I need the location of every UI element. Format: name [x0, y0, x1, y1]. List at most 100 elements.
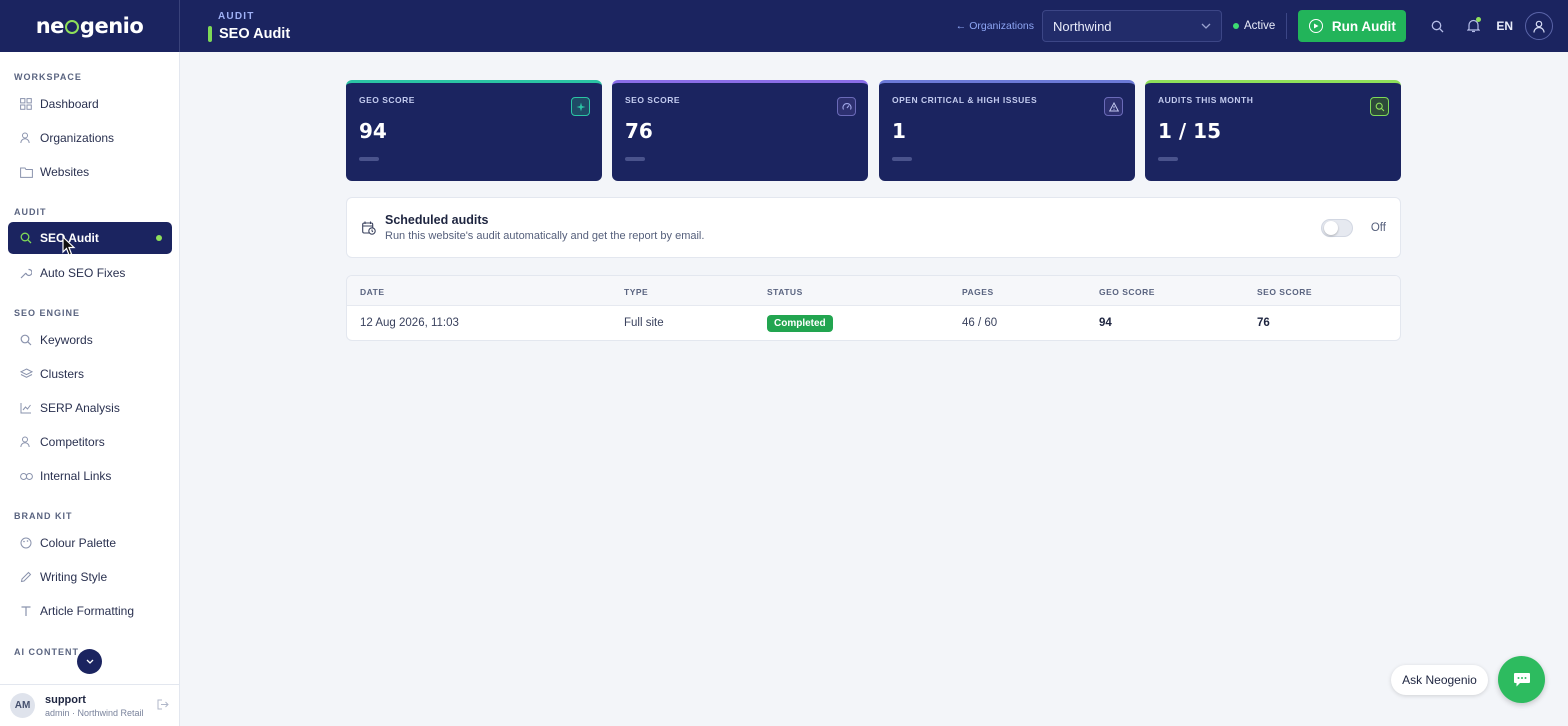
sidebar-item-label: Keywords: [40, 333, 93, 347]
active-indicator-dot: [156, 235, 162, 241]
sidebar-item-serp-analysis[interactable]: SERP Analysis: [8, 392, 172, 424]
user-role: admin · Northwind Retail: [45, 707, 144, 718]
avatar: AM: [10, 693, 35, 718]
user-icon: [1533, 20, 1545, 33]
table-row[interactable]: 12 Aug 2026, 11:03 Full site Completed 4…: [347, 306, 1400, 340]
stat-card-open-issues: OPEN CRITICAL & HIGH ISSUES 1: [879, 80, 1135, 181]
sidebar-item-dashboard[interactable]: Dashboard: [8, 88, 172, 120]
sidebar-section-audit: AUDIT: [14, 207, 47, 217]
cell-date: 12 Aug 2026, 11:03: [360, 317, 459, 329]
notification-dot: [1476, 17, 1482, 22]
run-audit-label: Run Audit: [1331, 18, 1396, 34]
sidebar-item-label: Writing Style: [40, 570, 108, 584]
search-icon[interactable]: [1426, 15, 1448, 37]
run-audit-button[interactable]: Run Audit: [1298, 10, 1407, 42]
pen-icon: [19, 570, 33, 584]
logo-area[interactable]: ne genio: [0, 0, 180, 52]
type-icon: [19, 604, 33, 618]
page-title: SEO Audit: [208, 25, 291, 42]
bell-icon[interactable]: [1462, 15, 1484, 37]
sidebar-item-clusters[interactable]: Clusters: [8, 358, 172, 390]
sidebar-item-competitors[interactable]: Competitors: [8, 426, 172, 458]
sidebar-item-writing-style[interactable]: Writing Style: [8, 561, 172, 593]
sidebar-item-label: SERP Analysis: [40, 401, 120, 415]
table-header: DATE TYPE STATUS PAGES GEO SCORE SEO SCO…: [347, 276, 1400, 306]
chat-button[interactable]: [1498, 656, 1545, 703]
user-name: support: [45, 693, 86, 706]
column-header-geo-score: GEO SCORE: [1099, 287, 1155, 297]
sidebar-section-workspace: WORKSPACE: [14, 72, 82, 82]
logo[interactable]: ne genio: [36, 14, 144, 38]
warning-icon: [1104, 97, 1123, 116]
back-to-organizations-link[interactable]: ← Organizations: [956, 20, 1034, 32]
sidebar-item-label: Competitors: [40, 435, 105, 449]
cell-type: Full site: [624, 317, 664, 329]
stat-trend-bar: [359, 157, 379, 161]
sidebar: WORKSPACE Dashboard Organizations Websit…: [0, 52, 180, 726]
search-icon: [19, 231, 33, 245]
stat-label: OPEN CRITICAL & HIGH ISSUES: [892, 95, 1038, 105]
sidebar-item-label: Clusters: [40, 367, 85, 381]
scheduled-audits-toggle[interactable]: [1321, 218, 1353, 237]
cell-pages: 46 / 60: [962, 317, 998, 329]
top-bar: ne genio AUDIT SEO Audit ← Organizations …: [0, 0, 1568, 52]
sidebar-section-seo-engine: SEO ENGINE: [14, 308, 81, 318]
ask-assistant-label[interactable]: Ask Neogenio: [1391, 665, 1488, 695]
chevron-down-icon: [1201, 21, 1211, 32]
sidebar-item-auto-seo-fixes[interactable]: Auto SEO Fixes: [8, 257, 172, 289]
language-switcher[interactable]: EN: [1496, 19, 1513, 33]
toggle-knob: [1324, 220, 1338, 235]
sidebar-item-label: Internal Links: [40, 469, 112, 483]
scheduled-audits-subtitle: Run this website's audit automatically a…: [385, 230, 705, 242]
title-accent-bar: [208, 25, 212, 42]
stat-trend-bar: [625, 157, 645, 161]
stat-trend-bar: [1158, 157, 1178, 161]
user-menu-button[interactable]: [1525, 12, 1553, 40]
sidebar-item-article-formatting[interactable]: Article Formatting: [8, 595, 172, 627]
sidebar-section-ai-content: AI CONTENT: [14, 647, 79, 657]
search-icon: [19, 333, 33, 347]
chevron-down-icon: [86, 659, 93, 664]
breadcrumb-section: AUDIT: [218, 10, 255, 22]
user-profile[interactable]: AM support admin · Northwind Retail: [0, 684, 179, 726]
sidebar-item-websites[interactable]: Websites: [8, 156, 172, 188]
logout-icon[interactable]: [157, 699, 169, 713]
sidebar-item-internal-links[interactable]: Internal Links: [8, 460, 172, 492]
users-icon: [19, 435, 33, 449]
column-header-type: TYPE: [624, 287, 649, 297]
divider: [1286, 13, 1288, 39]
grid-icon: [19, 97, 33, 111]
toggle-state-label: Off: [1370, 221, 1386, 234]
stat-value: 76: [625, 119, 653, 143]
sidebar-item-colour-palette[interactable]: Colour Palette: [8, 527, 172, 559]
sidebar-item-label: Websites: [40, 165, 90, 179]
stat-value: 94: [359, 119, 387, 143]
page-title-text: SEO Audit: [219, 25, 291, 42]
sidebar-item-keywords[interactable]: Keywords: [8, 324, 172, 356]
users-icon: [19, 131, 33, 145]
audit-history-table: DATE TYPE STATUS PAGES GEO SCORE SEO SCO…: [346, 275, 1401, 341]
sidebar-item-label: Article Formatting: [40, 604, 135, 618]
search-icon: [1370, 97, 1389, 116]
sidebar-item-organizations[interactable]: Organizations: [8, 122, 172, 154]
sidebar-item-seo-audit[interactable]: SEO Audit: [8, 222, 172, 254]
calendar-clock-icon: [360, 221, 378, 235]
organization-select-value: Northwind: [1053, 18, 1112, 34]
stat-label: AUDITS THIS MONTH: [1158, 95, 1254, 105]
logo-text-right: genio: [79, 14, 144, 38]
status-badge: Completed: [767, 315, 833, 332]
logo-mark-icon: [64, 20, 79, 34]
sidebar-scroll-down-button[interactable]: [77, 649, 102, 674]
sidebar-section-brand-kit: BRAND KIT: [14, 511, 73, 521]
column-header-date: DATE: [360, 287, 385, 297]
scheduled-audits-text: Scheduled audits Run this website's audi…: [385, 213, 704, 242]
stat-card-audits-this-month: AUDITS THIS MONTH 1 / 15: [1145, 80, 1401, 181]
gauge-icon: [837, 97, 856, 116]
status-dot: [1233, 23, 1239, 29]
breadcrumb: AUDIT SEO Audit: [208, 11, 290, 42]
link-icon: [19, 469, 33, 483]
organization-select[interactable]: Northwind: [1042, 10, 1222, 42]
stat-value: 1: [892, 119, 906, 143]
column-header-pages: PAGES: [962, 287, 994, 297]
cell-seo-score: 76: [1257, 317, 1270, 329]
